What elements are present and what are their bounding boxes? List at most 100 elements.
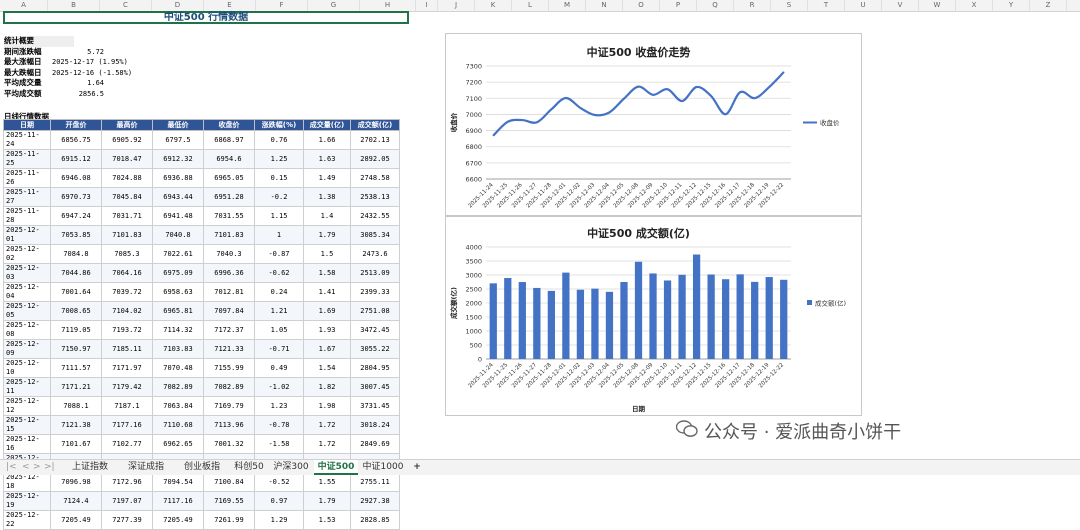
table-cell[interactable]: 7205.49: [50, 510, 102, 530]
column-header-y[interactable]: Y: [993, 0, 1030, 11]
table-cell[interactable]: 3731.45: [350, 396, 400, 416]
sheet-tab[interactable]: 沪深300: [268, 460, 314, 475]
table-cell[interactable]: 1.49: [303, 168, 351, 188]
table-cell[interactable]: 1.66: [303, 130, 351, 150]
table-cell[interactable]: 2025-12-16: [3, 434, 51, 454]
column-header-l[interactable]: L: [512, 0, 549, 11]
column-header-u[interactable]: U: [845, 0, 882, 11]
table-cell[interactable]: 7040.8: [152, 225, 204, 245]
table-cell[interactable]: 3018.24: [350, 415, 400, 435]
table-cell[interactable]: 7101.83: [101, 225, 153, 245]
table-cell[interactable]: 6965.05: [203, 168, 255, 188]
table-cell[interactable]: 2025-12-15: [3, 415, 51, 435]
table-cell[interactable]: 7045.84: [101, 187, 153, 207]
table-cell[interactable]: 7085.3: [101, 244, 153, 264]
table-cell[interactable]: 2025-12-12: [3, 396, 51, 416]
table-cell[interactable]: 6905.92: [101, 130, 153, 150]
column-header-d[interactable]: D: [152, 0, 204, 11]
table-cell[interactable]: 1.82: [303, 377, 351, 397]
table-cell[interactable]: 0.49: [254, 358, 304, 378]
table-cell[interactable]: 6954.6: [203, 149, 255, 169]
column-header-aa[interactable]: AA: [1067, 0, 1080, 11]
table-cell[interactable]: 6965.81: [152, 301, 204, 321]
turnover-chart[interactable]: 中证500 成交额(亿) 0 500 1000 1500 2000 2500 3000 3500…: [445, 216, 862, 416]
column-header-r[interactable]: R: [734, 0, 771, 11]
column-header-v[interactable]: V: [882, 0, 919, 11]
table-cell[interactable]: 2432.55: [350, 206, 400, 226]
table-cell[interactable]: 2025-11-26: [3, 168, 51, 188]
table-cell[interactable]: 1.29: [254, 510, 304, 530]
table-cell[interactable]: 6975.09: [152, 263, 204, 283]
table-cell[interactable]: -0.87: [254, 244, 304, 264]
table-cell[interactable]: 3055.22: [350, 339, 400, 359]
table-cell[interactable]: 7150.97: [50, 339, 102, 359]
table-cell[interactable]: 6856.75: [50, 130, 102, 150]
table-cell[interactable]: 2755.11: [350, 472, 400, 492]
column-header-c[interactable]: C: [100, 0, 152, 11]
table-cell[interactable]: 6797.5: [152, 130, 204, 150]
table-cell[interactable]: 1.79: [303, 225, 351, 245]
table-cell[interactable]: 7110.68: [152, 415, 204, 435]
close-price-chart[interactable]: 中证500 收盘价走势 6600 6700 6800 6900 7000 7100 7200 7…: [445, 33, 862, 216]
table-cell[interactable]: 2025-12-19: [3, 491, 51, 511]
table-cell[interactable]: 1.67: [303, 339, 351, 359]
column-header-n[interactable]: N: [586, 0, 623, 11]
table-cell[interactable]: 1.69: [303, 301, 351, 321]
table-cell[interactable]: 2025-12-11: [3, 377, 51, 397]
table-cell[interactable]: 7022.61: [152, 244, 204, 264]
table-cell[interactable]: 7040.3: [203, 244, 255, 264]
table-cell[interactable]: 7084.8: [50, 244, 102, 264]
table-cell[interactable]: 7124.4: [50, 491, 102, 511]
column-header-s[interactable]: S: [771, 0, 808, 11]
table-cell[interactable]: 6915.12: [50, 149, 102, 169]
table-cell[interactable]: 2849.69: [350, 434, 400, 454]
column-header-j[interactable]: J: [438, 0, 475, 11]
table-cell[interactable]: 7064.16: [101, 263, 153, 283]
table-cell[interactable]: 7044.86: [50, 263, 102, 283]
table-cell[interactable]: 7172.37: [203, 320, 255, 340]
add-sheet-button[interactable]: +: [410, 460, 424, 475]
table-cell[interactable]: 7018.47: [101, 149, 153, 169]
table-cell[interactable]: 7063.84: [152, 396, 204, 416]
table-cell[interactable]: 7053.85: [50, 225, 102, 245]
table-cell[interactable]: 2804.95: [350, 358, 400, 378]
table-cell[interactable]: 0.97: [254, 491, 304, 511]
column-header-k[interactable]: K: [475, 0, 512, 11]
table-cell[interactable]: 7171.21: [50, 377, 102, 397]
table-cell[interactable]: 7102.77: [101, 434, 153, 454]
table-cell[interactable]: 7001.32: [203, 434, 255, 454]
column-header-a[interactable]: A: [0, 0, 48, 11]
table-cell[interactable]: 7001.64: [50, 282, 102, 302]
tab-nav-last-icon[interactable]: >|: [44, 462, 55, 472]
column-header-m[interactable]: M: [549, 0, 586, 11]
table-cell[interactable]: 7096.98: [50, 472, 102, 492]
table-cell[interactable]: 1.58: [303, 263, 351, 283]
table-cell[interactable]: 7169.79: [203, 396, 255, 416]
table-cell[interactable]: 1.21: [254, 301, 304, 321]
table-cell[interactable]: 1.72: [303, 415, 351, 435]
table-cell[interactable]: 2748.58: [350, 168, 400, 188]
table-cell[interactable]: 7111.57: [50, 358, 102, 378]
table-cell[interactable]: 1.79: [303, 491, 351, 511]
table-cell[interactable]: 7177.16: [101, 415, 153, 435]
table-cell[interactable]: 2025-12-10: [3, 358, 51, 378]
table-cell[interactable]: 1.54: [303, 358, 351, 378]
table-cell[interactable]: 3007.45: [350, 377, 400, 397]
table-cell[interactable]: 7012.81: [203, 282, 255, 302]
table-cell[interactable]: 6936.88: [152, 168, 204, 188]
table-cell[interactable]: 7094.54: [152, 472, 204, 492]
table-cell[interactable]: 7179.42: [101, 377, 153, 397]
table-cell[interactable]: 7100.84: [203, 472, 255, 492]
table-cell[interactable]: 6970.73: [50, 187, 102, 207]
table-cell[interactable]: 2025-12-08: [3, 320, 51, 340]
table-cell[interactable]: 2025-12-09: [3, 339, 51, 359]
table-cell[interactable]: 7097.84: [203, 301, 255, 321]
column-header-f[interactable]: F: [256, 0, 308, 11]
column-header-p[interactable]: P: [660, 0, 697, 11]
column-header-b[interactable]: B: [48, 0, 100, 11]
table-cell[interactable]: 1.98: [303, 396, 351, 416]
table-cell[interactable]: 7082.89: [203, 377, 255, 397]
table-cell[interactable]: 1.38: [303, 187, 351, 207]
table-cell[interactable]: 6996.36: [203, 263, 255, 283]
table-cell[interactable]: -0.71: [254, 339, 304, 359]
